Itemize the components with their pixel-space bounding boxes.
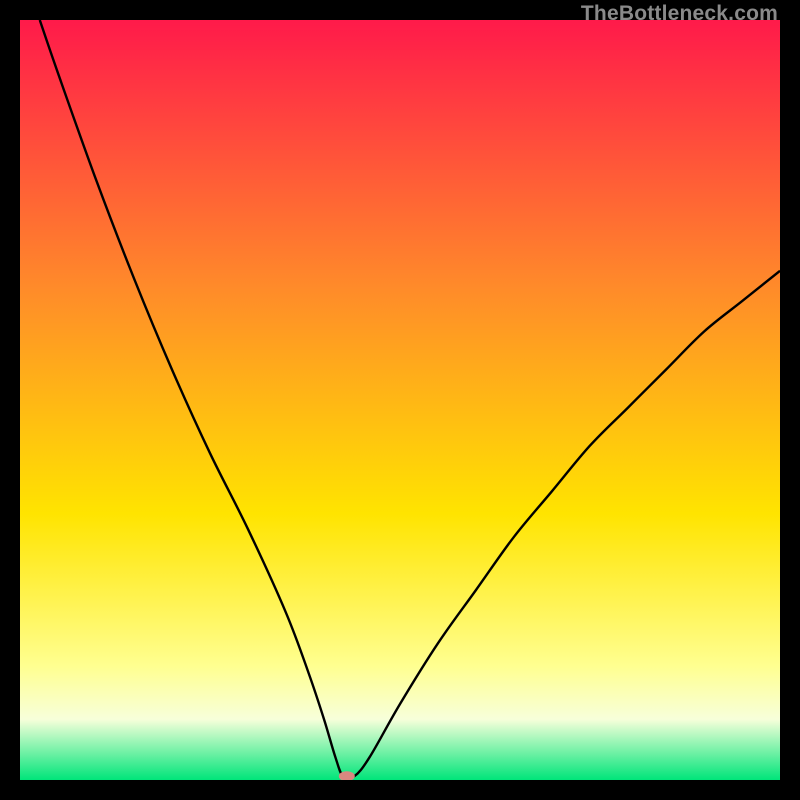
gradient-background [20,20,780,780]
chart-frame: TheBottleneck.com [0,0,800,800]
watermark-text: TheBottleneck.com [581,2,778,26]
chart-svg [20,20,780,780]
plot-area [20,20,780,780]
